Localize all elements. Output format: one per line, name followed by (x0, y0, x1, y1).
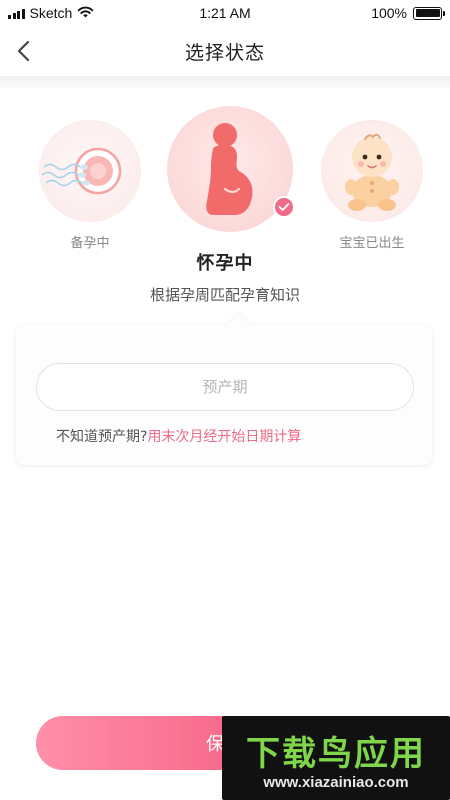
egg-sperm-icon (42, 147, 122, 195)
battery-icon (413, 6, 445, 20)
nav-divider (0, 76, 450, 88)
card-pointer (227, 313, 251, 337)
watermark-title: 下载鸟应用 (246, 734, 426, 774)
watermark-url: www.xiazainiao.com (263, 774, 409, 791)
selected-check-badge (273, 196, 295, 218)
status-bar: Sketch 1:21 AM 100% (0, 0, 450, 26)
baby-icon (345, 133, 399, 211)
due-date-hint: 不知道预产期?用末次月经开始日期计算 (56, 426, 301, 446)
nav-bar: 选择状态 (0, 26, 450, 76)
selected-status-description: 根据孕周匹配孕育知识 (149, 286, 300, 304)
battery-percent: 100% (371, 5, 407, 21)
due-date-input[interactable] (36, 363, 414, 411)
calculate-from-last-period-link[interactable]: 用末次月经开始日期计算 (147, 429, 301, 445)
option-preparing[interactable] (40, 121, 140, 221)
watermark-banner: 下载鸟应用 www.xiazainiao.com (222, 716, 450, 800)
check-icon (278, 203, 290, 211)
option-baby-born[interactable] (322, 121, 422, 221)
due-date-card: 不知道预产期?用末次月经开始日期计算 (16, 313, 432, 465)
selected-status-title: 怀孕中 (196, 253, 254, 274)
pregnant-belly-icon (206, 123, 253, 215)
page-title: 选择状态 (184, 42, 265, 64)
status-right: 100% (371, 5, 445, 21)
hint-question: 不知道预产期? (56, 429, 148, 445)
